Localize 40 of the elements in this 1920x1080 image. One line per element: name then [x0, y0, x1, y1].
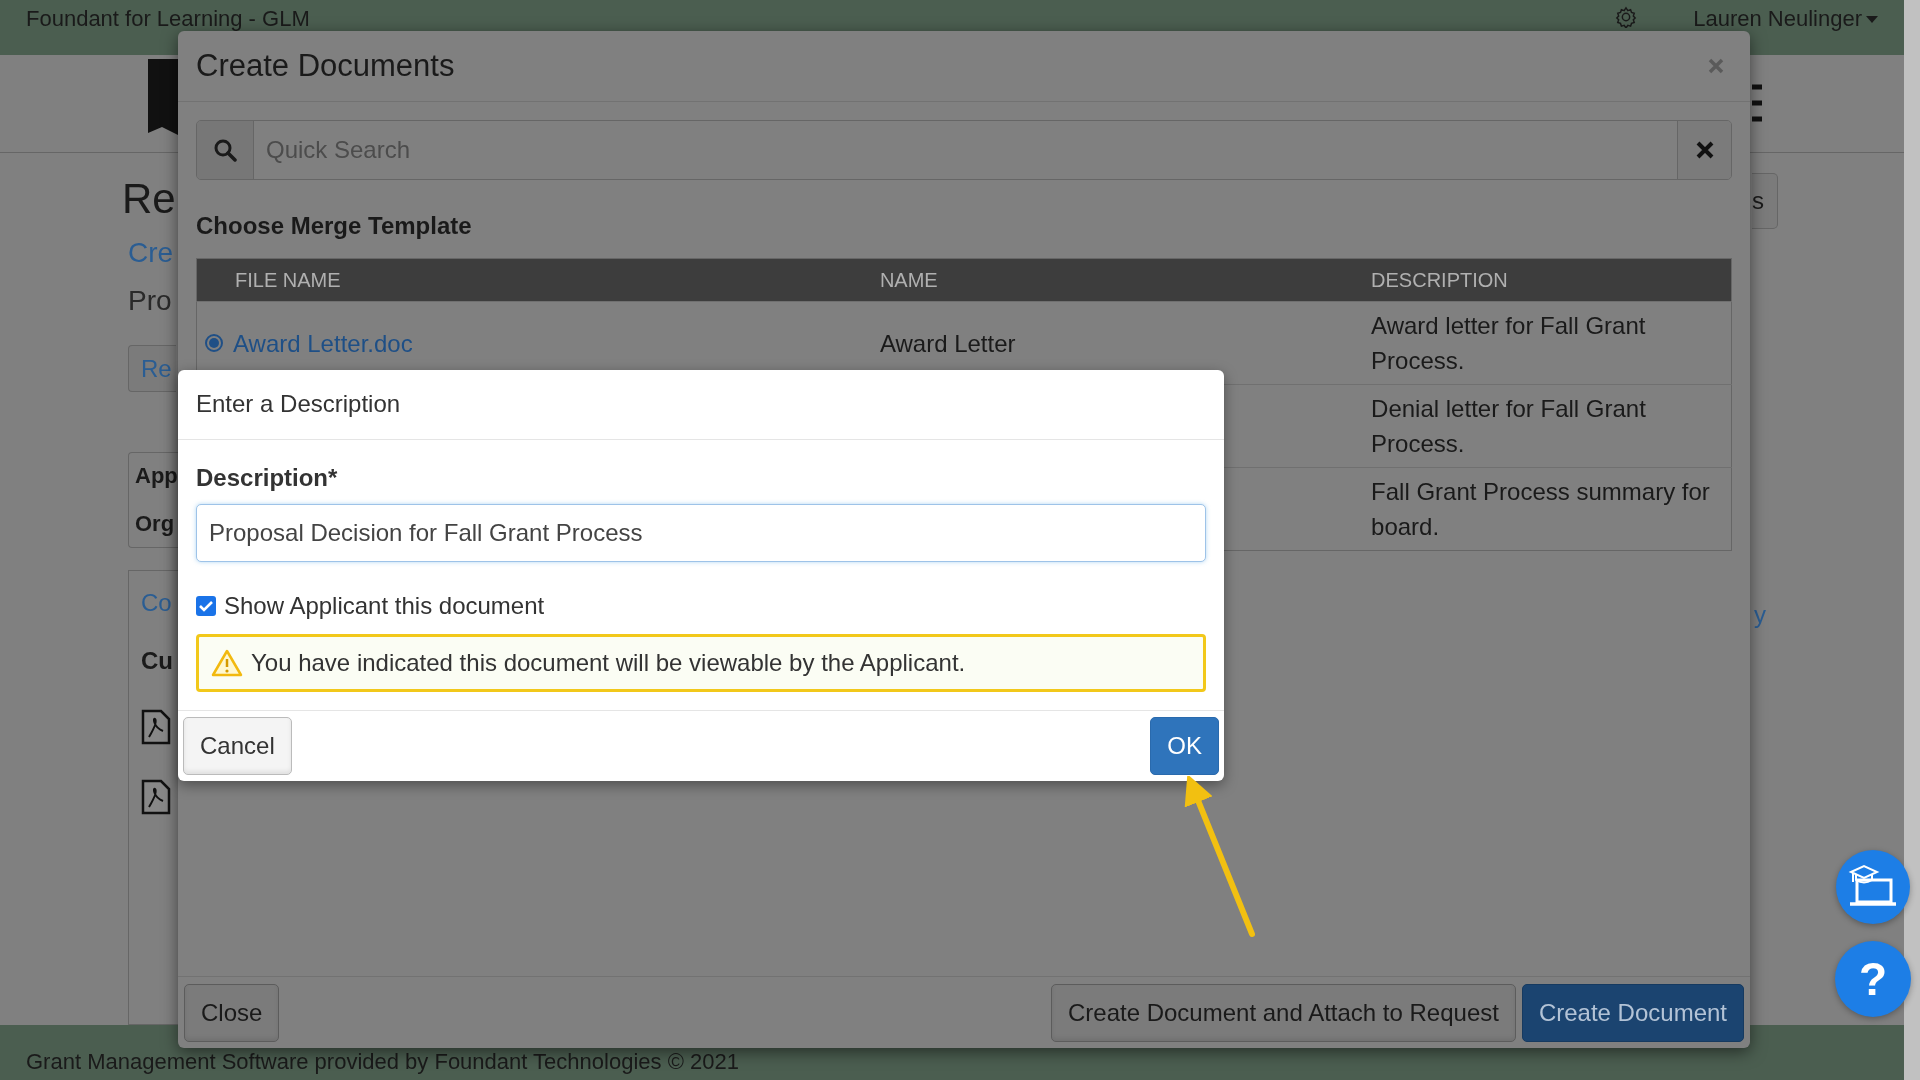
cancel-button[interactable]: Cancel: [183, 717, 292, 775]
training-button[interactable]: [1836, 850, 1910, 924]
button[interactable]: Close: [184, 984, 280, 1042]
checkbox[interactable]: [196, 596, 216, 616]
primary-button[interactable]: Create Document: [1521, 984, 1744, 1042]
menu-icon[interactable]: [1752, 83, 1762, 123]
table-cell: Fall Grant Process summary for board.: [1371, 478, 1710, 540]
subtitle: Pro: [128, 285, 172, 317]
description-field[interactable]: Proposal Decision for Fall Grant Process: [196, 504, 1206, 562]
file-link[interactable]: Award Letter.doc: [233, 325, 413, 361]
table-cell: Award letter for Fall Grant Process.: [1371, 312, 1646, 374]
info-label: App: [135, 463, 178, 490]
page-heading: Re: [122, 175, 176, 223]
column-header: DESCRIPTION: [1371, 268, 1508, 291]
field-label: Description*: [196, 464, 338, 492]
column-header: NAME: [879, 268, 938, 291]
help-button[interactable]: ?: [1835, 941, 1911, 1017]
pdf-file-icon: [141, 709, 171, 746]
pdf-file-icon: [141, 779, 171, 816]
caret-icon: [1866, 15, 1878, 23]
app-title: Foundant for Learning - GLM: [26, 6, 310, 32]
dialog-title: Enter a Description: [178, 370, 1224, 440]
warning-icon: [211, 649, 243, 677]
ok-button[interactable]: OK: [1150, 717, 1219, 775]
info-label: Org: [135, 511, 175, 538]
checkbox-label: Show Applicant this document: [224, 592, 545, 620]
search-icon: [213, 138, 237, 162]
user-menu[interactable]: Lauren Neulinger: [1693, 6, 1878, 32]
clear-icon[interactable]: [1677, 121, 1731, 179]
action-button[interactable]: s: [1752, 173, 1778, 229]
button[interactable]: Create Document and Attach to Request: [1051, 984, 1516, 1042]
warning-text: You have indicated this document will be viewable by the Applicant.: [251, 649, 966, 677]
column-header: FILE NAME: [235, 268, 341, 291]
section-title: Choose Merge Template: [196, 212, 473, 240]
settings-icon[interactable]: [1615, 6, 1638, 28]
table-cell: Denial letter for Fall Grant Process.: [1371, 395, 1646, 457]
section-title: Cu: [141, 647, 173, 676]
dialog-title: Create Documents: [196, 48, 456, 84]
radio-button[interactable]: [205, 334, 223, 352]
table-cell: Award Letter: [879, 329, 1016, 357]
